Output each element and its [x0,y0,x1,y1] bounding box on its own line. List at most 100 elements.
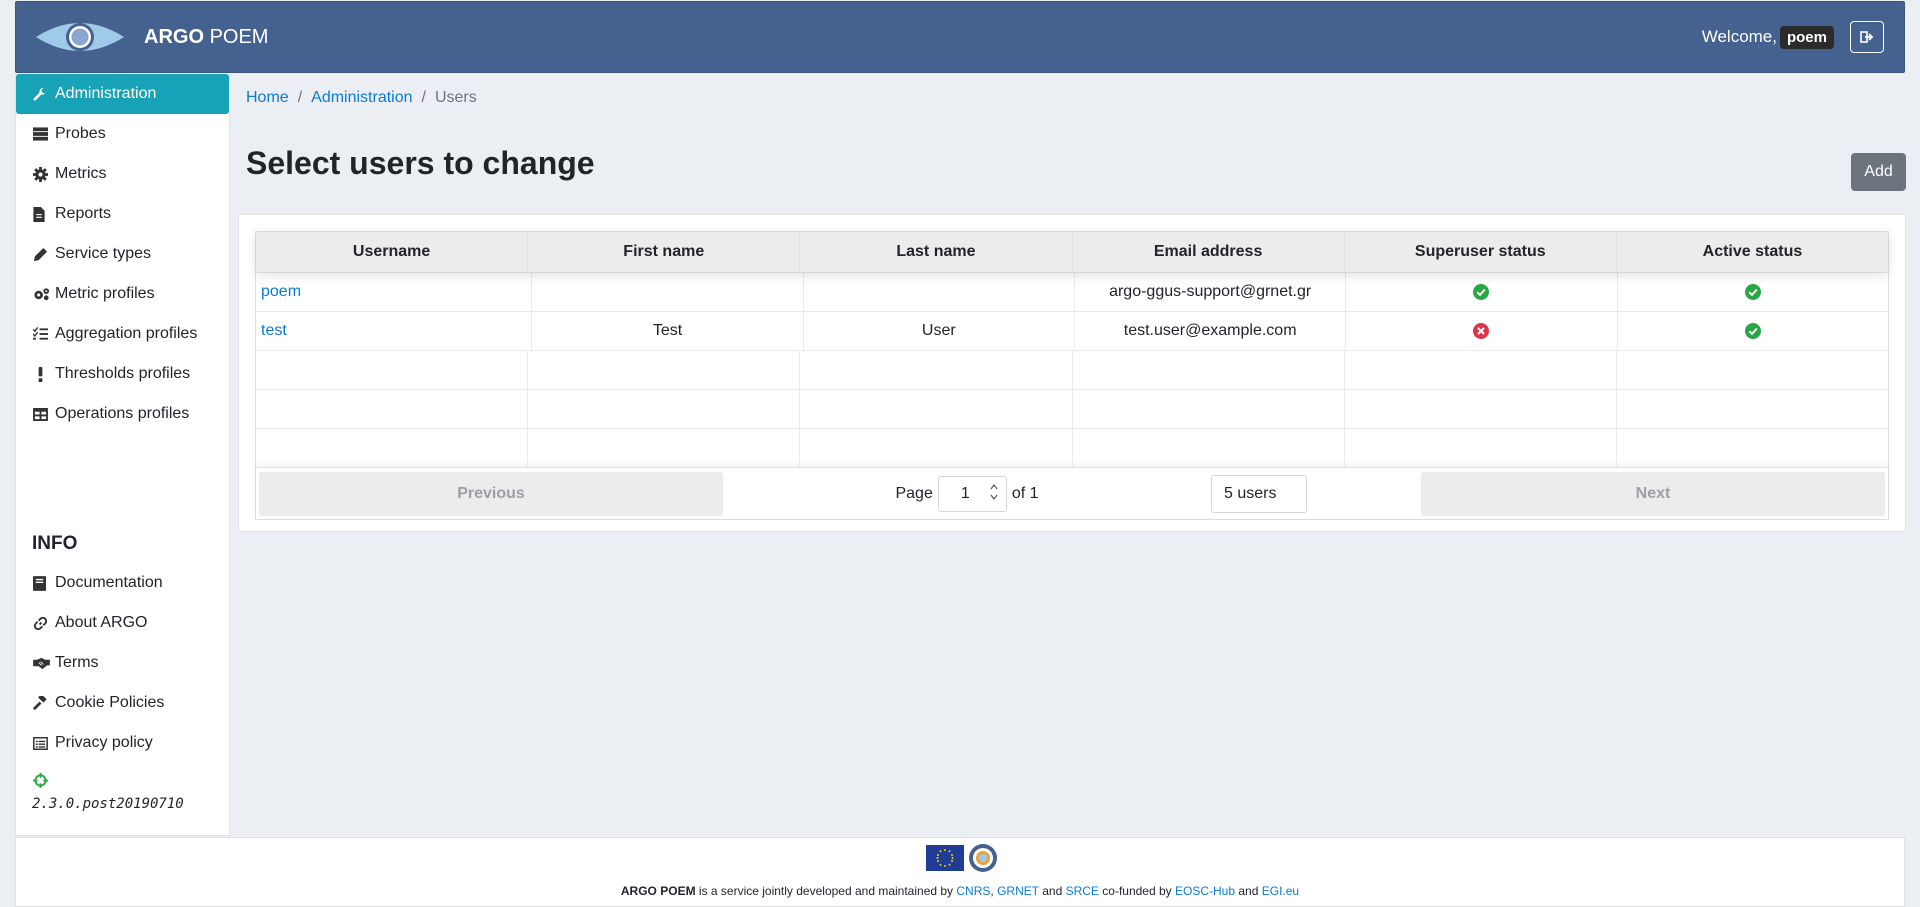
info-item-documentation[interactable]: Documentation [16,563,229,603]
brand-bold: ARGO [144,25,204,48]
eosc-hub-link[interactable]: EOSC-Hub [1175,884,1235,898]
users-card: Username First name Last name Email addr… [238,214,1906,532]
top-navbar: ARGO POEM Welcome, poem [15,1,1905,73]
grnet-link[interactable]: GRNET [997,884,1039,898]
version-label: 2.3.0.post20190710 [32,796,184,812]
column-header-username[interactable]: Username [256,232,529,272]
list-alt-icon [33,736,51,750]
link-icon [33,616,51,631]
breadcrumb-separator: / [421,89,426,106]
sidebar-item-label: Probes [55,125,106,142]
sidebar-item-metrics[interactable]: Metrics [16,154,229,194]
sidebar-item-reports[interactable]: Reports [16,194,229,234]
sidebar-item-thresholds-profiles[interactable]: Thresholds profiles [16,354,229,394]
sidebar-item-label: Reports [55,205,112,222]
users-table: Username First name Last name Email addr… [255,231,1889,520]
argo-logo [36,23,124,51]
last-name-cell: User [804,312,1075,350]
info-heading: INFO [32,533,78,554]
info-item-terms[interactable]: Terms [16,643,229,683]
cnrs-link[interactable]: CNRS [956,884,990,898]
pen-icon [33,247,51,262]
sidebar-item-administration[interactable]: Administration [16,74,229,114]
footer-logos [926,843,998,873]
table-row: poem argo-ggus-support@grnet.gr [256,272,1888,311]
spinner-arrows-icon[interactable] [990,483,998,503]
username-badge: poem [1779,25,1834,49]
column-header-last-name[interactable]: Last name [800,232,1073,272]
sidebar-nav: Administration Probes Metrics Reports Se… [16,74,229,434]
page-size-select[interactable]: 5 users [1211,474,1307,513]
info-item-about-argo[interactable]: About ARGO [16,603,229,643]
column-header-superuser[interactable]: Superuser status [1345,232,1617,272]
add-user-button[interactable]: Add [1851,153,1906,191]
check-circle-icon [1744,284,1761,300]
breadcrumb-administration[interactable]: Administration [311,89,412,107]
column-header-active[interactable]: Active status [1617,232,1888,272]
username-link[interactable]: poem [261,283,301,301]
empty-row [256,350,1888,389]
crosshairs-icon [33,773,48,788]
info-item-privacy-policy[interactable]: Privacy policy [16,723,229,763]
handshake-icon [33,657,51,670]
sidebar-item-metric-profiles[interactable]: Metric profiles [16,274,229,314]
first-name-cell: Test [532,312,804,350]
sidebar-item-probes[interactable]: Probes [16,114,229,154]
footer: ARGO POEM is a service jointly developed… [15,837,1905,907]
table-icon [33,407,51,421]
exclamation-icon [33,366,51,382]
srce-link[interactable]: SRCE [1066,884,1099,898]
info-item-label: About ARGO [55,614,148,631]
sidebar-item-label: Service types [55,245,152,262]
footer-text-part: and [1038,884,1066,898]
check-circle-icon [1744,323,1761,339]
superuser-cell [1346,273,1618,311]
footer-text-part: is a service jointly developed and maint… [695,884,957,898]
book-icon [33,575,51,591]
sidebar-item-label: Administration [55,85,157,102]
footer-text: ARGO POEM is a service jointly developed… [16,884,1904,898]
page-label: Page [895,484,933,502]
username-cell: poem [256,273,533,311]
page-number-input[interactable]: 1 [937,475,1007,512]
page-jump: Page 1 of 1 [723,475,1211,512]
logout-button[interactable] [1850,21,1884,53]
breadcrumb-home[interactable]: Home [246,89,289,107]
info-item-cookie-policies[interactable]: Cookie Policies [16,683,229,723]
sign-out-icon [1860,31,1874,43]
username-cell: test [256,312,533,350]
info-item-label: Privacy policy [55,734,153,751]
breadcrumb-separator: / [297,89,303,106]
previous-button[interactable]: Previous [259,471,723,516]
gear-icon [33,166,51,182]
empty-row [256,428,1888,467]
file-icon [33,206,51,222]
server-icon [33,127,51,141]
sidebar-item-operations-profiles[interactable]: Operations profiles [16,394,229,434]
email-cell: argo-ggus-support@grnet.gr [1075,273,1347,311]
footer-comma: , [990,884,994,898]
footer-text-part: co-funded by [1098,884,1175,898]
table-header: Username First name Last name Email addr… [256,232,1888,272]
wrench-icon [33,87,51,102]
empty-row [256,389,1888,428]
sidebar-item-aggregation-profiles[interactable]: Aggregation profiles [16,314,229,354]
egi-link[interactable]: EGI.eu [1262,884,1299,898]
page-total-label: of 1 [1011,484,1039,502]
column-header-email[interactable]: Email address [1073,232,1345,272]
sidebar-item-label: Metrics [55,165,107,182]
footer-brand: ARGO POEM [620,884,696,898]
argo-footer-logo [969,844,997,872]
column-header-first-name[interactable]: First name [528,232,801,272]
brand-rest: POEM [209,25,269,48]
next-button[interactable]: Next [1421,471,1885,516]
page-title: Select users to change [246,145,595,181]
tasks-icon [33,327,51,341]
check-circle-icon [1473,284,1490,300]
sidebar-item-service-types[interactable]: Service types [16,234,229,274]
sidebar: Administration Probes Metrics Reports Se… [15,74,230,836]
brand-title[interactable]: ARGO POEM [144,26,268,49]
username-link[interactable]: test [261,322,287,340]
info-item-label: Terms [55,654,99,671]
info-links: Documentation About ARGO Terms Cookie Po… [16,563,229,763]
